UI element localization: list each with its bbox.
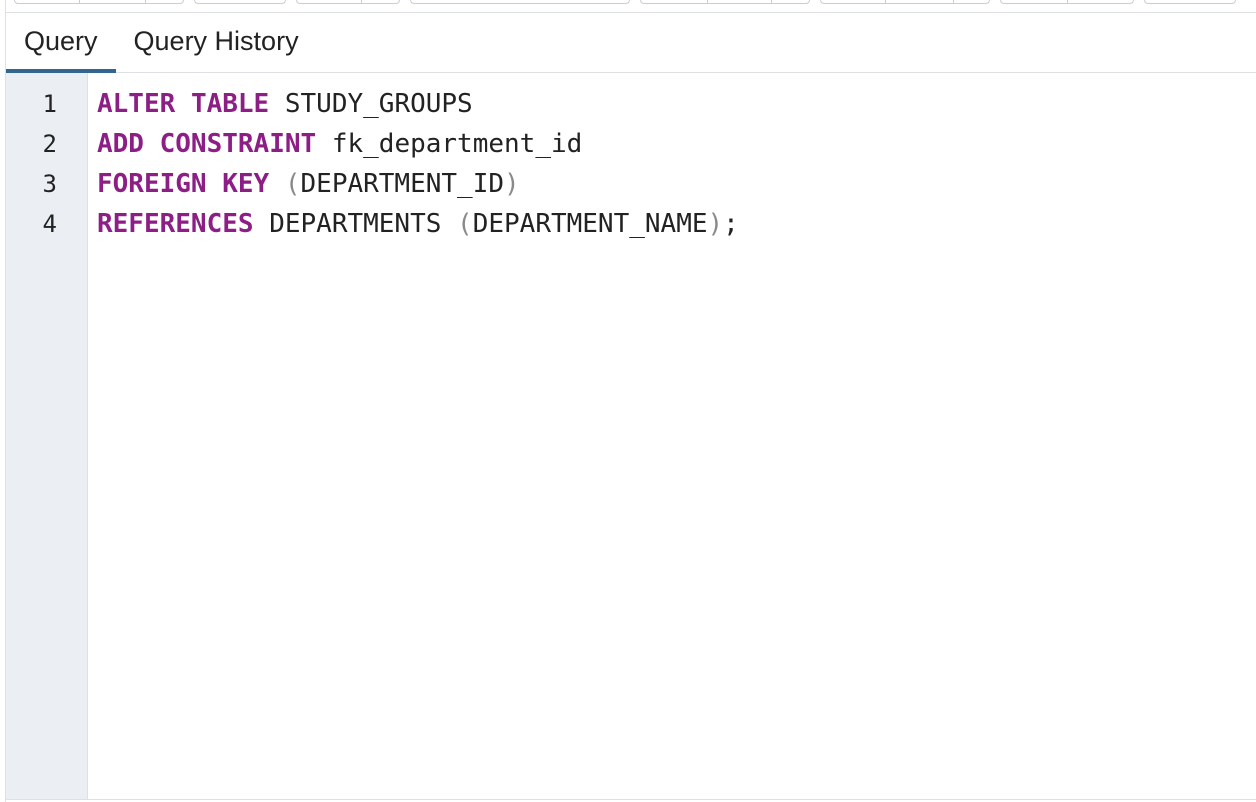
line-number: 3 <box>42 170 57 198</box>
line-number: 2 <box>42 130 57 158</box>
sql-keyword: ADD <box>97 129 144 159</box>
tab-query-history[interactable]: Query History <box>116 13 317 72</box>
code-line-1[interactable]: ALTER TABLE STUDY_GROUPS <box>97 84 1256 124</box>
table-name: STUDY_GROUPS <box>284 89 473 119</box>
close-paren: ) <box>707 209 724 239</box>
toolbar-button-group-2[interactable] <box>194 0 286 4</box>
sql-keyword: KEY <box>222 169 270 199</box>
toolbar-button-group-4[interactable] <box>640 0 810 4</box>
tab-query-history-label: Query History <box>133 26 299 56</box>
sql-keyword: FOREIGN <box>97 169 207 199</box>
toolbar-button-group-3[interactable] <box>296 0 400 4</box>
sql-keyword: ALTER <box>97 89 176 119</box>
query-tool-window: Query Query History 1 2 3 4 ALTER TABLE … <box>0 0 1256 802</box>
column-name: DEPARTMENT_NAME <box>472 209 708 239</box>
sql-editor[interactable]: 1 2 3 4 ALTER TABLE STUDY_GROUPS ADD CON… <box>6 73 1256 800</box>
table-name: DEPARTMENTS <box>269 209 442 239</box>
line-number: 4 <box>42 210 57 238</box>
toolbar-dropdown[interactable] <box>410 0 630 4</box>
tab-query[interactable]: Query <box>6 13 116 73</box>
code-line-4[interactable]: REFERENCES DEPARTMENTS (DEPARTMENT_NAME)… <box>97 204 1256 244</box>
toolbar-button-group-6[interactable] <box>1000 0 1134 4</box>
editor-tabs: Query Query History <box>6 12 1256 73</box>
constraint-name: fk_department_id <box>331 129 583 159</box>
code-line-3[interactable]: FOREIGN KEY (DEPARTMENT_ID) <box>97 164 1256 204</box>
toolbar-button-group-7[interactable] <box>1144 0 1236 4</box>
toolbar-button-group-1[interactable] <box>14 0 184 4</box>
toolbar-button-group-5[interactable] <box>820 0 990 4</box>
line-number-gutter: 1 2 3 4 <box>6 73 88 799</box>
sql-keyword: TABLE <box>190 89 270 119</box>
line-number: 1 <box>42 90 57 118</box>
tab-query-label: Query <box>24 26 98 56</box>
open-paren: ( <box>284 169 301 199</box>
toolbar <box>0 0 1256 10</box>
open-paren: ( <box>457 209 473 239</box>
code-line-2[interactable]: ADD CONSTRAINT fk_department_id <box>97 124 1256 164</box>
code-area[interactable]: ALTER TABLE STUDY_GROUPS ADD CONSTRAINT … <box>88 73 1256 799</box>
sql-keyword: REFERENCES <box>97 209 254 239</box>
close-paren: ) <box>504 169 520 199</box>
sql-keyword: CONSTRAINT <box>159 129 317 159</box>
semicolon: ; <box>723 209 739 239</box>
column-name: DEPARTMENT_ID <box>300 169 505 199</box>
